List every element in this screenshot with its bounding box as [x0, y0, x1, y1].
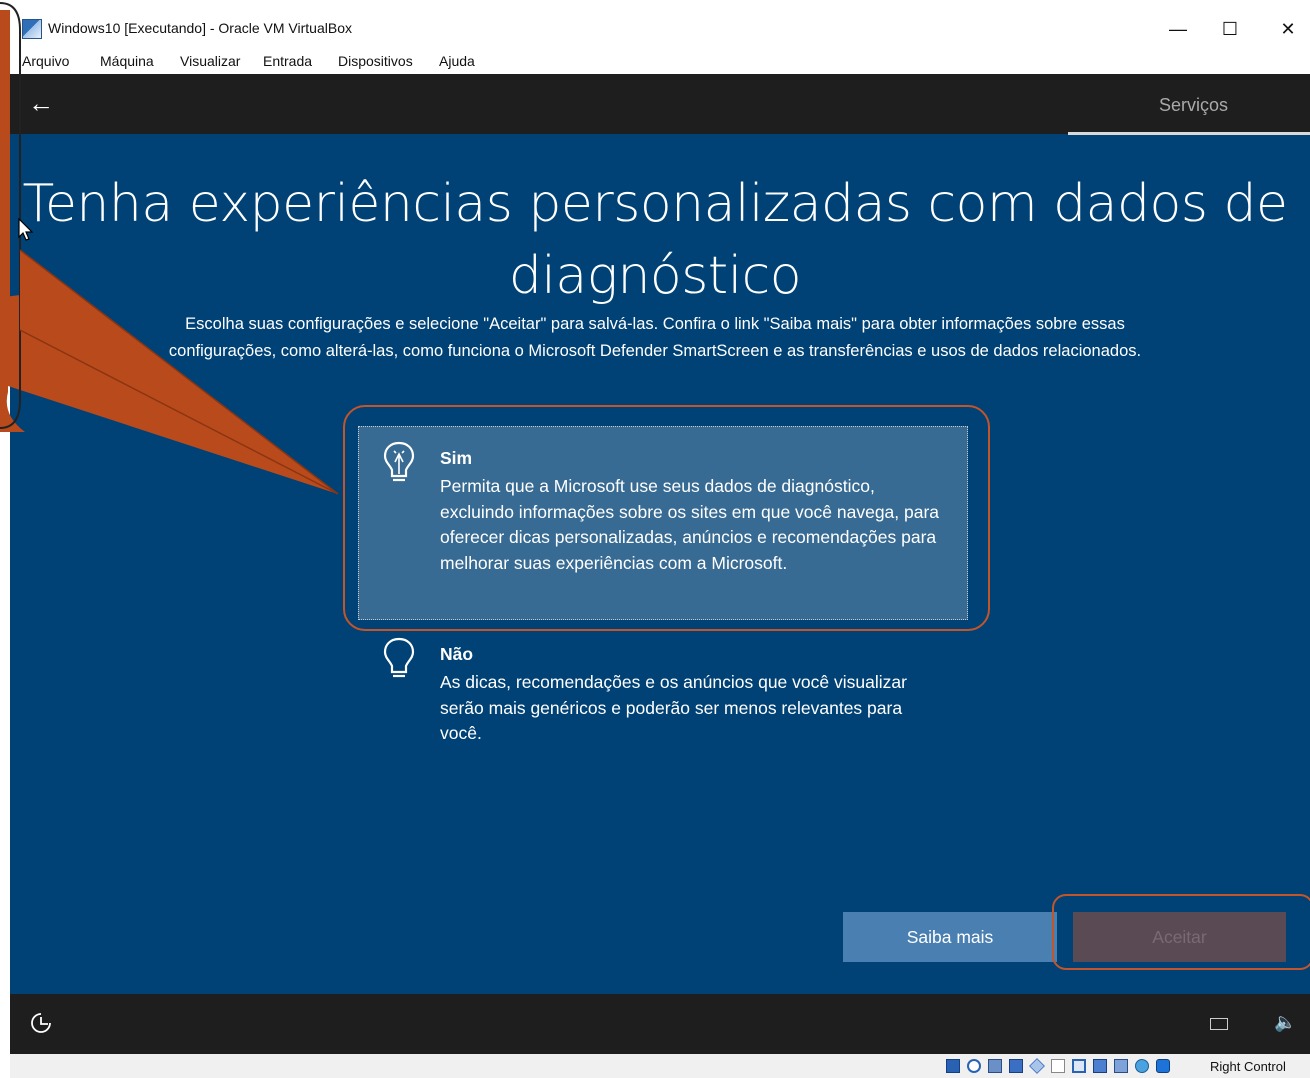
- cpu-icon[interactable]: [1114, 1059, 1128, 1073]
- close-button[interactable]: ✕: [1262, 10, 1310, 48]
- audio-icon[interactable]: [988, 1059, 1002, 1073]
- description-line1: Escolha suas configurações e selecione "…: [185, 315, 1125, 333]
- headline: Tenha experiências personalizadas com da…: [0, 168, 1310, 312]
- usb-icon[interactable]: [1029, 1058, 1045, 1074]
- mouse-integration-icon[interactable]: [1135, 1059, 1149, 1073]
- headline-line1: Tenha experiências personalizadas com da…: [22, 174, 1288, 234]
- menubar: Arquivo Máquina Visualizar Entrada Dispo…: [10, 48, 1310, 74]
- display-icon[interactable]: [1072, 1059, 1086, 1073]
- ease-of-access-icon[interactable]: [30, 1012, 52, 1034]
- keyboard-icon[interactable]: [1210, 1018, 1228, 1030]
- oobe-bottombar: 🔈: [10, 994, 1310, 1054]
- description: Escolha suas configurações e selecione "…: [90, 311, 1220, 365]
- option-nao[interactable]: Não As dicas, recomendações e os anúncio…: [382, 636, 992, 766]
- window-title: Windows10 [Executando] - Oracle VM Virtu…: [48, 20, 352, 36]
- learn-more-button[interactable]: Saiba mais: [843, 912, 1057, 962]
- lightbulb-off-icon: [383, 637, 415, 678]
- minimize-button[interactable]: —: [1152, 10, 1204, 48]
- recording-icon[interactable]: [1093, 1059, 1107, 1073]
- callout-highlight-sim: [343, 405, 990, 631]
- menu-ajuda[interactable]: Ajuda: [439, 53, 475, 69]
- callout-highlight-aceitar: [1052, 894, 1310, 970]
- maximize-button[interactable]: ☐: [1204, 10, 1256, 48]
- optical-drive-icon[interactable]: [967, 1059, 981, 1073]
- volume-icon[interactable]: 🔈: [1274, 1012, 1296, 1033]
- oobe-topbar: ← Serviços: [10, 74, 1310, 135]
- menu-visualizar[interactable]: Visualizar: [180, 53, 240, 69]
- option-nao-title: Não: [440, 644, 474, 664]
- statusbar: Right Control: [10, 1054, 1310, 1078]
- window-titlebar: Windows10 [Executando] - Oracle VM Virtu…: [10, 10, 1310, 48]
- virtualbox-app-icon: [22, 19, 42, 39]
- network-icon[interactable]: [1009, 1059, 1023, 1073]
- menu-arquivo[interactable]: Arquivo: [22, 53, 69, 69]
- keyboard-capture-icon[interactable]: [1156, 1059, 1170, 1073]
- hard-disk-icon[interactable]: [946, 1059, 960, 1073]
- host-key-label: Right Control: [1210, 1059, 1286, 1074]
- menu-maquina[interactable]: Máquina: [100, 53, 154, 69]
- option-nao-description: As dicas, recomendações e os anúncios qu…: [440, 672, 907, 743]
- menu-dispositivos[interactable]: Dispositivos: [338, 53, 413, 69]
- back-arrow-icon[interactable]: ←: [28, 88, 54, 119]
- section-tab-underline: [1068, 132, 1310, 135]
- headline-line2: diagnóstico: [508, 246, 802, 306]
- shared-folder-icon[interactable]: [1051, 1059, 1065, 1073]
- section-tab-servicos: Serviços: [1158, 95, 1228, 115]
- description-line2: configurações, como alterá-las, como fun…: [168, 342, 1142, 360]
- menu-entrada[interactable]: Entrada: [263, 53, 312, 69]
